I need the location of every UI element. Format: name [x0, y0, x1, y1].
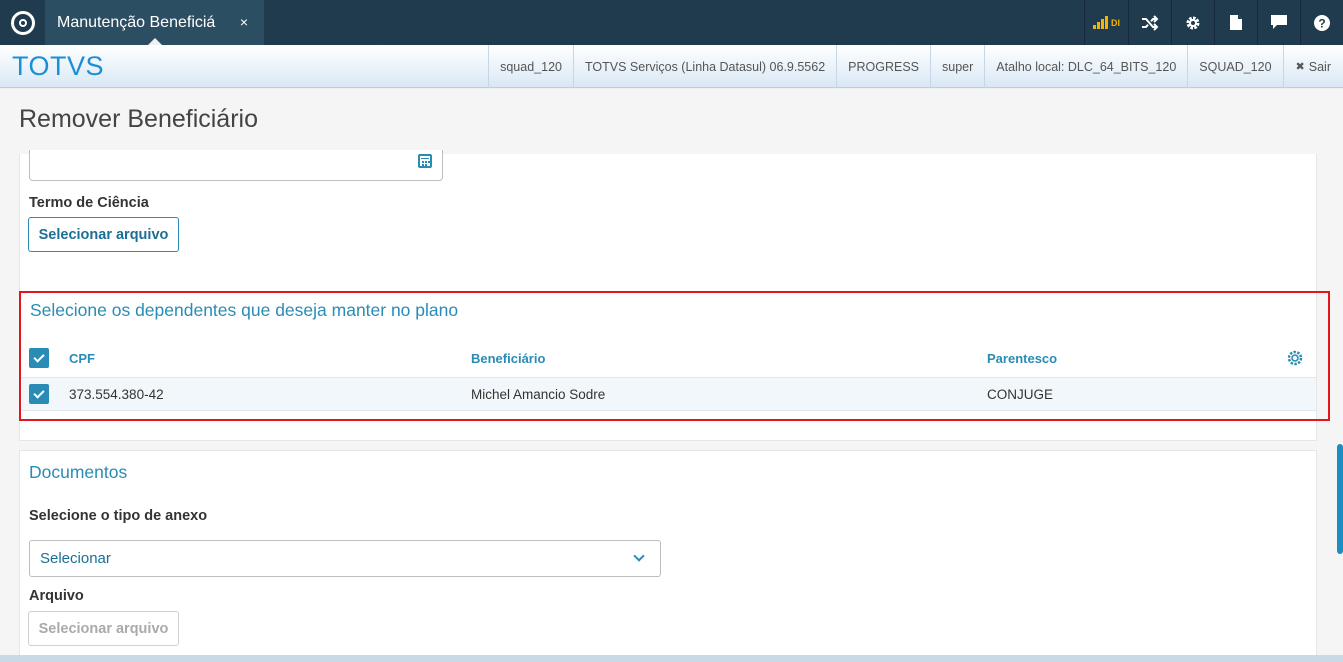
brand-bar: TOTVS squad_120 TOTVS Serviços (Linha Da…: [0, 45, 1343, 88]
column-header-beneficiario[interactable]: Beneficiário: [471, 351, 545, 366]
totvs-brand: TOTVS: [12, 51, 105, 81]
tipo-anexo-label: Selecione o tipo de anexo: [29, 508, 208, 524]
tipo-anexo-select[interactable]: Selecionar: [29, 540, 661, 577]
messages-button[interactable]: [1257, 0, 1300, 45]
gear-icon: [1186, 16, 1200, 29]
cell-beneficiario: Michel Amancio Sodre: [471, 387, 606, 402]
chevron-down-icon: [633, 550, 645, 562]
info-squad: squad_120: [488, 45, 573, 88]
tab-label: Manutenção Beneficiá: [57, 13, 216, 31]
info-user: super: [930, 45, 984, 88]
bottom-strip: [0, 655, 1343, 662]
column-header-cpf[interactable]: CPF: [69, 351, 95, 366]
tab-close-icon[interactable]: ×: [240, 14, 248, 30]
vertical-scrollbar[interactable]: [1337, 444, 1343, 554]
signal-icon: [1093, 16, 1108, 29]
help-icon: ?: [1314, 14, 1330, 31]
termo-ciencia-label: Termo de Ciência: [29, 195, 149, 211]
help-button[interactable]: ?: [1300, 0, 1343, 45]
signal-label: DI: [1111, 17, 1120, 28]
arquivo-label: Arquivo: [29, 588, 84, 604]
page-title: Remover Beneficiário: [19, 105, 258, 133]
shuffle-button[interactable]: [1128, 0, 1171, 45]
logout-button[interactable]: ✖ Sair: [1282, 45, 1343, 88]
table-row[interactable]: 373.554.380-42 Michel Amancio Sodre CONJ…: [22, 377, 1316, 411]
table-settings-gear-icon[interactable]: [1287, 350, 1303, 366]
documentos-title: Documentos: [29, 462, 128, 482]
calendar-icon[interactable]: [418, 154, 432, 168]
info-database: PROGRESS: [836, 45, 930, 88]
info-product-version: TOTVS Serviços (Linha Datasul) 06.9.5562: [572, 45, 836, 88]
table-header: CPF Beneficiário Parentesco: [28, 338, 1316, 378]
connection-status-button[interactable]: DI: [1084, 0, 1128, 45]
logout-label: Sair: [1308, 59, 1331, 74]
tipo-anexo-value: Selecionar: [40, 550, 111, 567]
tab-active-caret: [148, 38, 162, 45]
row-checkbox[interactable]: [29, 384, 49, 404]
file-icon: [1230, 15, 1242, 30]
arquivo-select-file-button: Selecionar arquivo: [28, 611, 179, 646]
close-icon: ✖: [1295, 61, 1305, 73]
cell-cpf: 373.554.380-42: [69, 387, 164, 402]
totvs-logo-icon: [10, 10, 35, 35]
top-bar: Manutenção Beneficiá × DI ?: [0, 0, 1343, 45]
settings-button[interactable]: [1171, 0, 1214, 45]
document-button[interactable]: [1214, 0, 1257, 45]
date-field[interactable]: [29, 150, 443, 181]
documentos-panel: Documentos Selecione o tipo de anexo Sel…: [19, 450, 1317, 662]
tab-manutencao-beneficiario[interactable]: Manutenção Beneficiá ×: [45, 0, 264, 45]
shuffle-icon: [1142, 14, 1159, 31]
select-all-checkbox[interactable]: [29, 348, 49, 368]
termo-select-file-button[interactable]: Selecionar arquivo: [28, 217, 179, 252]
column-header-parentesco[interactable]: Parentesco: [987, 351, 1057, 366]
app-menu-button[interactable]: [0, 0, 45, 45]
chat-icon: [1271, 15, 1287, 29]
dependentes-title: Selecione os dependentes que deseja mant…: [30, 300, 459, 320]
info-shortcut: Atalho local: DLC_64_BITS_120: [984, 45, 1187, 88]
main-content: Remover Beneficiário Termo de Ciência Se…: [0, 89, 1343, 662]
svg-text:?: ?: [1318, 16, 1325, 30]
info-environment: SQUAD_120: [1187, 45, 1282, 88]
cell-parentesco: CONJUGE: [987, 387, 1054, 402]
